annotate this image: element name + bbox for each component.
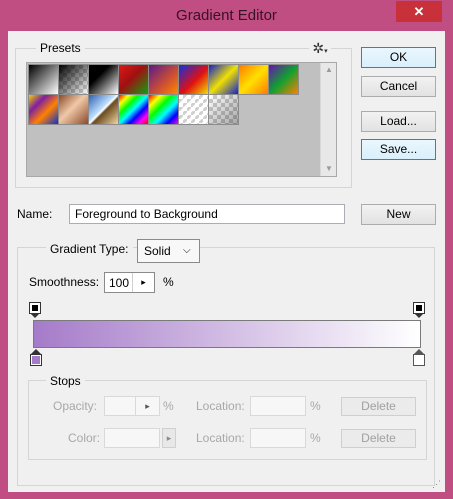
dialog-client: Presets ✲▾ ▲ ▼ OK Cancel Load... Save...…	[8, 31, 445, 492]
preset-swatch-violet-orange[interactable]	[148, 64, 179, 95]
name-label: Name:	[17, 207, 53, 221]
gradient-type-label: Gradient Type:	[46, 240, 133, 258]
color-location-input[interactable]	[250, 428, 306, 448]
stops-group	[28, 380, 427, 460]
new-button[interactable]: New	[361, 204, 436, 225]
preset-swatch-transparent-stripes[interactable]	[178, 94, 209, 125]
smoothness-input[interactable]: 100 ▸	[104, 272, 155, 293]
smoothness-arrow-icon[interactable]: ▸	[132, 273, 154, 292]
gradient-type-select[interactable]: Solid ⌵	[137, 239, 200, 263]
opacity-location-unit: %	[310, 399, 321, 413]
preset-swatches	[28, 64, 318, 134]
preset-swatch-foreground-to-background[interactable]	[28, 64, 59, 95]
preset-swatch-chrome[interactable]	[88, 94, 119, 125]
smoothness-label: Smoothness:	[29, 275, 100, 289]
opacity-input[interactable]: ▸	[104, 396, 160, 416]
save-button[interactable]: Save...	[361, 139, 436, 160]
preset-swatch-violet-green-orange[interactable]	[268, 64, 299, 95]
opacity-location-input[interactable]	[250, 396, 306, 416]
opacity-unit: %	[163, 399, 174, 413]
preset-swatch-yellow-violet-orange-blue[interactable]	[28, 94, 59, 125]
stops-label: Stops	[46, 372, 85, 390]
preset-swatch-red-green[interactable]	[118, 64, 149, 95]
color-delete-button[interactable]: Delete	[341, 429, 416, 448]
preset-swatch-foreground-to-transparent[interactable]	[58, 64, 89, 95]
preset-swatch-black-white[interactable]	[88, 64, 119, 95]
color-location-unit: %	[310, 431, 321, 445]
preset-swatch-blue-red-yellow[interactable]	[178, 64, 209, 95]
color-stop-left[interactable]	[30, 349, 42, 367]
color-arrow-icon[interactable]: ▸	[162, 428, 176, 448]
smoothness-value: 100	[109, 276, 130, 290]
color-stop-right[interactable]	[413, 349, 425, 367]
preset-swatch-transparent-rainbow[interactable]	[148, 94, 179, 125]
ok-button[interactable]: OK	[361, 47, 436, 68]
opacity-location-label: Location:	[196, 399, 245, 413]
cancel-button[interactable]: Cancel	[361, 76, 436, 97]
preset-swatch-orange-yellow-orange[interactable]	[238, 64, 269, 95]
scroll-up-icon[interactable]: ▲	[321, 63, 337, 77]
scroll-down-icon[interactable]: ▼	[321, 162, 337, 176]
chevron-down-icon: ⌵	[183, 245, 191, 256]
window-title: Gradient Editor	[176, 7, 277, 24]
color-swatch[interactable]	[104, 428, 160, 448]
color-label: Color:	[68, 431, 101, 445]
opacity-stop-right[interactable]	[413, 302, 425, 318]
presets-scrollbar[interactable]: ▲ ▼	[320, 63, 336, 176]
smoothness-unit: %	[163, 275, 174, 289]
preset-swatch-neutral-density[interactable]	[208, 94, 239, 125]
name-field[interactable]: Foreground to Background	[69, 204, 345, 224]
gradient-type-value: Solid	[144, 244, 171, 258]
opacity-stop-left[interactable]	[29, 302, 41, 318]
color-location-label: Location:	[196, 431, 245, 445]
presets-list[interactable]: ▲ ▼	[26, 62, 337, 177]
preset-swatch-blue-yellow-blue[interactable]	[208, 64, 239, 95]
title-bar[interactable]: Gradient Editor ✕	[0, 0, 453, 30]
close-button[interactable]: ✕	[396, 1, 442, 22]
preset-swatch-spectrum[interactable]	[118, 94, 149, 125]
opacity-arrow-icon[interactable]: ▸	[135, 397, 159, 415]
opacity-delete-button[interactable]: Delete	[341, 397, 416, 416]
opacity-label: Opacity:	[53, 399, 98, 413]
resize-grip-icon[interactable]: ⋰	[432, 478, 444, 490]
load-button[interactable]: Load...	[361, 111, 436, 132]
presets-label: Presets	[36, 40, 85, 56]
preset-swatch-copper[interactable]	[58, 94, 89, 125]
gradient-bar[interactable]	[33, 320, 421, 348]
gear-icon[interactable]: ✲▾	[309, 40, 331, 56]
